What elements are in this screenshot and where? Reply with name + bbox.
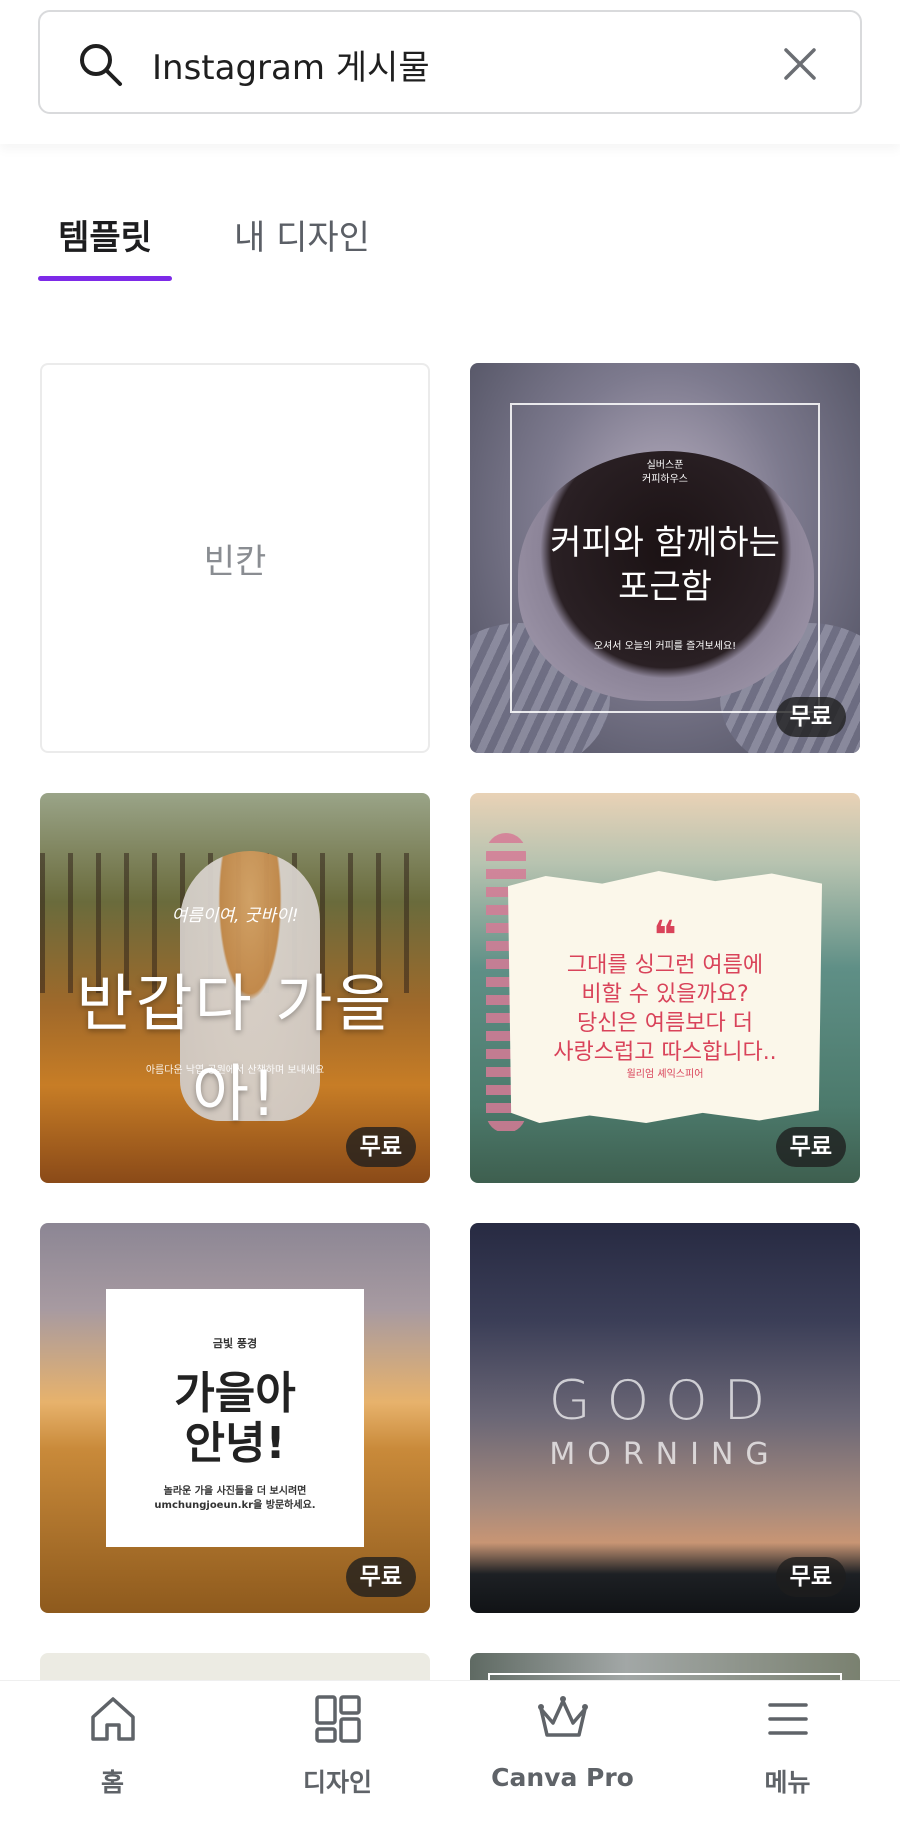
tab-templates[interactable]: 템플릿 <box>38 210 172 286</box>
subtitle: 오셔서 오늘의 커피를 즐겨보세요! <box>593 641 737 652</box>
subtitle-line-1: 놀라운 가을 사진들을 더 보시려면 <box>163 1486 307 1497</box>
nav-canva-pro[interactable]: Canva Pro <box>450 1681 675 1834</box>
headline-line-1: 커피와 함께하는 <box>550 523 780 563</box>
blank-label: 빈칸 <box>203 541 267 582</box>
quote-text: 그대를 싱그런 여름에 비할 수 있을까요? 당신은 여름보다 더 사랑스럽고 … <box>470 951 860 1067</box>
brand-subtitle: 커피하우스 <box>642 474 688 485</box>
free-badge: 무료 <box>345 1557 416 1597</box>
nav-designs[interactable]: 디자인 <box>225 1681 450 1834</box>
headline: 반갑다 가을아! <box>76 967 394 1130</box>
quote-author: 윌리엄 셰익스피어 <box>626 1069 704 1080</box>
headline: 커피와 함께하는 포근함 <box>470 521 860 609</box>
template-card-field[interactable]: 금빛 풍경 가을아 안녕! 놀라운 가을 사진들을 더 보시려면 umchung… <box>40 1223 430 1613</box>
nav-menu-label: 메뉴 <box>764 1768 811 1797</box>
subtitle: 아름다운 낙엽 공원에서 산책하며 보내세요 <box>145 1065 325 1076</box>
grid-icon <box>314 1695 361 1743</box>
nav-menu[interactable]: 메뉴 <box>675 1681 900 1834</box>
brand-name: 실버스푼 <box>646 460 684 471</box>
nav-home[interactable]: 홈 <box>0 1681 225 1834</box>
quote-line-3: 당신은 여름보다 더 <box>577 1011 753 1036</box>
free-badge: 무료 <box>775 697 846 737</box>
subtitle: 놀라운 가을 사진들을 더 보시려면 umchungjoeun.kr을 방문하세… <box>40 1485 430 1513</box>
template-card-autumn[interactable]: 여름이여, 굿바이! 반갑다 가을아! 아름다운 낙엽 공원에서 산책하며 보내… <box>40 793 430 1183</box>
headline-good: GOOD <box>548 1369 782 1432</box>
nav-designs-label: 디자인 <box>302 1768 372 1797</box>
headline: 가을아 안녕! <box>40 1369 430 1469</box>
bottom-navigation: 홈 디자인 Canva Pro 메뉴 <box>0 1680 900 1834</box>
active-tab-indicator <box>38 276 172 281</box>
template-card-quote[interactable]: ❝ 그대를 싱그런 여름에 비할 수 있을까요? 당신은 여름보다 더 사랑스럽… <box>470 793 860 1183</box>
crown-icon <box>537 1696 588 1737</box>
search-header <box>0 0 900 144</box>
search-bar[interactable] <box>38 10 862 114</box>
menu-icon <box>767 1703 808 1735</box>
headline-line-2: 안녕! <box>184 1418 286 1469</box>
quote-line-2: 비할 수 있을까요? <box>581 982 749 1007</box>
template-card-coffee[interactable]: 실버스푼 커피하우스 커피와 함께하는 포근함 오셔서 오늘의 커피를 즐겨보세… <box>470 363 860 753</box>
subtitle-line-2: umchungjoeun.kr을 방문하세요. <box>154 1500 316 1511</box>
close-icon[interactable] <box>780 44 820 84</box>
search-input[interactable] <box>152 32 772 96</box>
blank-template-card[interactable]: 빈칸 <box>40 363 430 753</box>
template-card-good-morning[interactable]: GOOD MORNING 무료 <box>470 1223 860 1613</box>
headline-morning: MORNING <box>549 1437 781 1472</box>
tab-bar: 템플릿 내 디자인 <box>38 196 862 286</box>
nav-home-label: 홈 <box>100 1768 124 1797</box>
search-icon[interactable] <box>76 40 124 88</box>
quote-line-1: 그대를 싱그런 여름에 <box>566 953 764 978</box>
headline-line-2: 포근함 <box>618 567 712 607</box>
quote-line-4: 사랑스럽고 따스합니다.. <box>553 1040 777 1065</box>
free-badge: 무료 <box>345 1127 416 1167</box>
free-badge: 무료 <box>775 1557 846 1597</box>
nav-canva-pro-label: Canva Pro <box>491 1763 634 1792</box>
home-icon <box>90 1697 135 1741</box>
free-badge: 무료 <box>775 1127 846 1167</box>
script-text: 여름이여, 굿바이! <box>171 906 299 926</box>
small-title: 금빛 풍경 <box>212 1337 258 1350</box>
tab-my-designs[interactable]: 내 디자인 <box>234 210 370 286</box>
headline-line-1: 가을아 <box>174 1368 296 1419</box>
